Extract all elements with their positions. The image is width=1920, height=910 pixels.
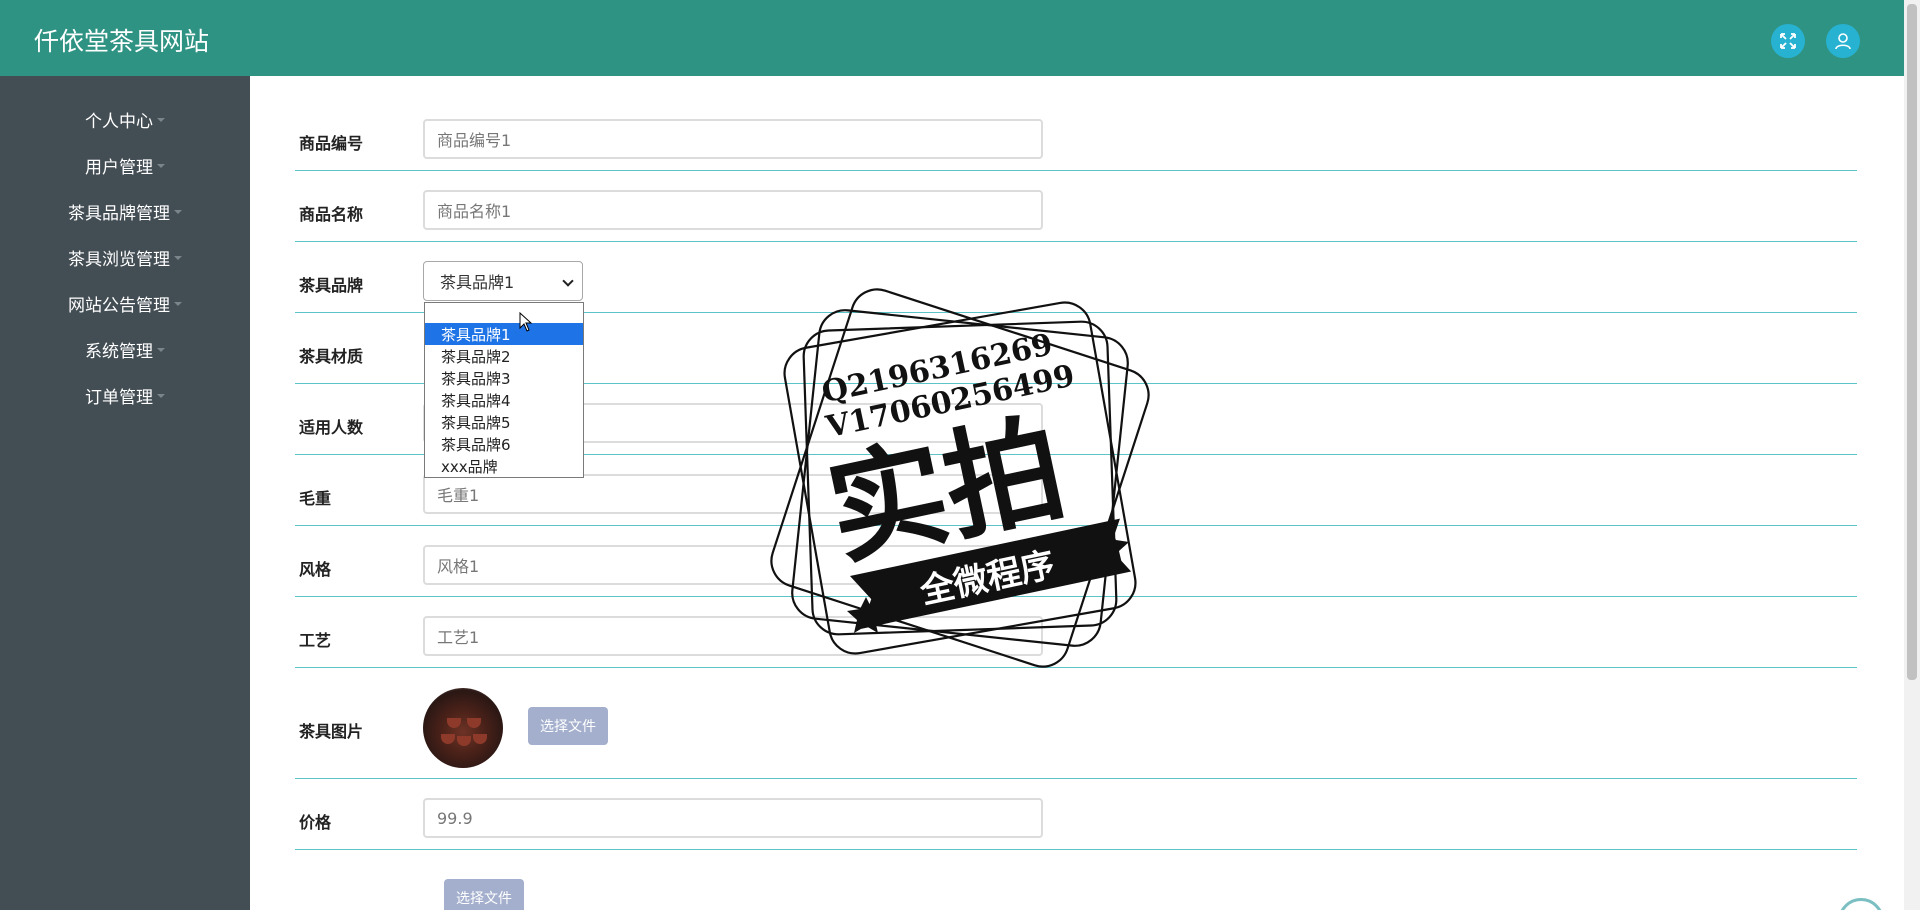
name-input[interactable]: 商品名称1 bbox=[423, 190, 1043, 230]
chevron-down-icon bbox=[562, 275, 574, 287]
brand-dropdown-list: 茶具品牌1 茶具品牌2 茶具品牌3 茶具品牌4 茶具品牌5 茶具品牌6 xxx品… bbox=[424, 302, 584, 478]
material-label: 茶具材质 bbox=[299, 347, 364, 366]
form-row-style: 风格 风格1 bbox=[295, 526, 1857, 597]
sidebar-item-label: 茶具品牌管理 bbox=[68, 203, 170, 224]
brand-select[interactable]: 茶具品牌1 bbox=[423, 261, 583, 301]
sidebar-item-label: 茶具浏览管理 bbox=[68, 249, 170, 270]
fullscreen-icon bbox=[1780, 33, 1796, 49]
caret-down-icon bbox=[174, 256, 182, 260]
image-label: 茶具图片 bbox=[299, 722, 364, 741]
code-label: 商品编号 bbox=[299, 134, 364, 153]
sidebar-item-label: 用户管理 bbox=[85, 157, 153, 178]
site-title: 仟依堂茶具网站 bbox=[34, 27, 210, 56]
fullscreen-button[interactable] bbox=[1771, 24, 1805, 58]
people-label: 适用人数 bbox=[299, 418, 364, 437]
style-input[interactable]: 风格1 bbox=[423, 545, 1043, 585]
choose-file-button-2[interactable]: 选择文件 bbox=[444, 879, 524, 910]
form-row-price: 价格 99.9 bbox=[295, 779, 1857, 850]
sidebar-item-system-management[interactable]: 系统管理 bbox=[0, 333, 250, 365]
form-row-image: 茶具图片 选择文件 bbox=[295, 668, 1857, 779]
code-input[interactable]: 商品编号1 bbox=[423, 119, 1043, 159]
caret-down-icon bbox=[157, 394, 165, 398]
caret-down-icon bbox=[174, 210, 182, 214]
craft-input[interactable]: 工艺1 bbox=[423, 616, 1043, 656]
price-label: 价格 bbox=[299, 813, 332, 832]
form-row-craft: 工艺 工艺1 bbox=[295, 597, 1857, 668]
dropdown-option[interactable]: 茶具品牌6 bbox=[425, 433, 583, 455]
caret-down-icon bbox=[174, 302, 182, 306]
choose-file-button[interactable]: 选择文件 bbox=[528, 707, 608, 745]
form-row-name: 商品名称 商品名称1 bbox=[295, 171, 1857, 242]
sidebar-item-label: 网站公告管理 bbox=[68, 295, 170, 316]
user-button[interactable] bbox=[1826, 24, 1860, 58]
teaware-thumbnail bbox=[423, 688, 503, 768]
sidebar-item-personal-center[interactable]: 个人中心 bbox=[0, 103, 250, 135]
style-label: 风格 bbox=[299, 560, 332, 579]
weight-label: 毛重 bbox=[299, 489, 332, 508]
top-header: 仟依堂茶具网站 bbox=[0, 0, 1904, 76]
dropdown-option[interactable]: 茶具品牌3 bbox=[425, 367, 583, 389]
dropdown-option[interactable]: xxx品牌 bbox=[425, 455, 583, 477]
caret-down-icon bbox=[157, 164, 165, 168]
brand-label: 茶具品牌 bbox=[299, 276, 364, 295]
sidebar-item-brand-management[interactable]: 茶具品牌管理 bbox=[0, 195, 250, 227]
weight-input[interactable]: 毛重1 bbox=[423, 474, 1043, 514]
sidebar-item-announcement-management[interactable]: 网站公告管理 bbox=[0, 287, 250, 319]
sidebar-item-browse-management[interactable]: 茶具浏览管理 bbox=[0, 241, 250, 273]
dropdown-option[interactable]: 茶具品牌4 bbox=[425, 389, 583, 411]
sidebar-item-label: 个人中心 bbox=[85, 111, 153, 132]
dropdown-option[interactable]: 茶具品牌2 bbox=[425, 345, 583, 367]
caret-down-icon bbox=[157, 348, 165, 352]
caret-down-icon bbox=[157, 118, 165, 122]
form-row-code: 商品编号 商品编号1 bbox=[295, 100, 1857, 171]
mouse-cursor-icon bbox=[519, 312, 533, 332]
page-scrollbar[interactable] bbox=[1904, 0, 1920, 910]
sidebar: 个人中心 用户管理 茶具品牌管理 茶具浏览管理 网站公告管理 系统管理 订单管理 bbox=[0, 76, 250, 910]
dropdown-option[interactable]: 茶具品牌5 bbox=[425, 411, 583, 433]
brand-select-value: 茶具品牌1 bbox=[440, 273, 515, 292]
floating-circle-button[interactable] bbox=[1838, 898, 1884, 910]
sidebar-item-order-management[interactable]: 订单管理 bbox=[0, 379, 250, 411]
user-icon bbox=[1835, 33, 1851, 50]
dropdown-option[interactable]: 茶具品牌1 bbox=[425, 323, 583, 345]
sidebar-item-user-management[interactable]: 用户管理 bbox=[0, 149, 250, 181]
sidebar-item-label: 订单管理 bbox=[85, 387, 153, 408]
scrollbar-thumb[interactable] bbox=[1907, 4, 1917, 680]
name-label: 商品名称 bbox=[299, 205, 364, 224]
sidebar-item-label: 系统管理 bbox=[85, 341, 153, 362]
price-input[interactable]: 99.9 bbox=[423, 798, 1043, 838]
craft-label: 工艺 bbox=[299, 631, 332, 650]
